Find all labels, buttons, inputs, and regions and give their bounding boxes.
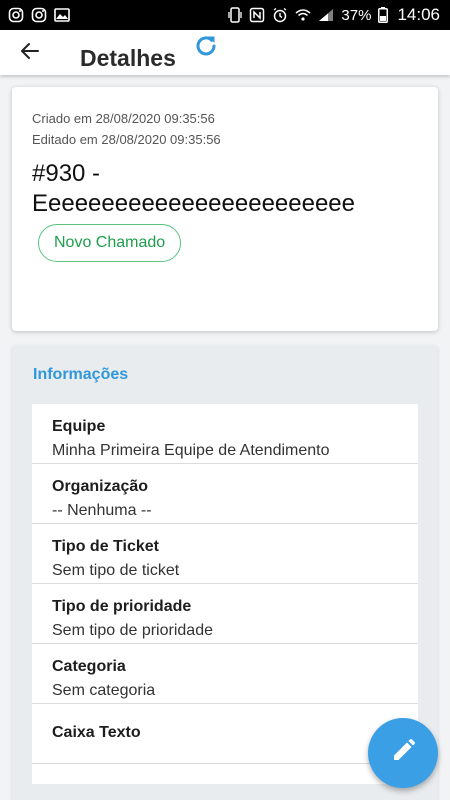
field-value: Sem tipo de ticket bbox=[52, 562, 180, 579]
field-value: Sem tipo de prioridade bbox=[52, 622, 213, 639]
info-fields-list: Equipe Minha Primeira Equipe de Atendime… bbox=[32, 404, 418, 784]
field-value: -- Nenhuma -- bbox=[52, 502, 152, 519]
battery-percent: 37% bbox=[341, 6, 372, 24]
field-category: Categoria Sem categoria bbox=[32, 644, 418, 704]
field-ticket-type: Tipo de Ticket Sem tipo de ticket bbox=[32, 524, 418, 584]
signal-icon bbox=[318, 8, 334, 22]
instagram-icon bbox=[8, 7, 24, 23]
back-button[interactable] bbox=[16, 39, 44, 67]
ticket-summary-card: Criado em 28/08/2020 09:35:56 Editado em… bbox=[12, 87, 438, 331]
field-label: Caixa Texto bbox=[52, 724, 141, 741]
status-bar: 37% 14:06 bbox=[0, 0, 450, 30]
field-label: Equipe bbox=[52, 418, 106, 435]
field-text-box: Caixa Texto bbox=[32, 704, 418, 764]
page-title: Detalhes bbox=[80, 45, 176, 71]
edit-fab-button[interactable] bbox=[368, 718, 438, 788]
alarm-icon bbox=[272, 7, 288, 23]
field-organization: Organização -- Nenhuma -- bbox=[32, 464, 418, 524]
vibrate-icon bbox=[228, 7, 243, 23]
nfc-icon bbox=[249, 7, 265, 23]
refresh-button[interactable] bbox=[190, 32, 222, 64]
field-value: Minha Primeira Equipe de Atendimento bbox=[52, 442, 330, 459]
field-team: Equipe Minha Primeira Equipe de Atendime… bbox=[32, 404, 418, 464]
field-label: Tipo de Ticket bbox=[52, 538, 159, 555]
ticket-title: #930 - Eeeeeeeeeeeeeeeeeeeeeeee bbox=[32, 160, 356, 217]
field-value: Sem categoria bbox=[52, 682, 156, 699]
app-bar: Detalhes bbox=[0, 30, 450, 75]
status-bar-notifications bbox=[8, 7, 70, 23]
wifi-icon bbox=[295, 8, 311, 22]
instagram-icon bbox=[31, 7, 47, 23]
image-icon bbox=[54, 7, 70, 23]
refresh-icon bbox=[192, 32, 220, 65]
field-label: Organização bbox=[52, 478, 149, 495]
edited-timestamp: Editado em 28/08/2020 09:35:56 bbox=[32, 132, 221, 147]
field-label: Tipo de prioridade bbox=[52, 598, 192, 615]
edit-pencil-icon bbox=[390, 738, 416, 769]
status-bar-time: 14:06 bbox=[397, 5, 440, 24]
field-priority-type: Tipo de prioridade Sem tipo de prioridad… bbox=[32, 584, 418, 644]
status-badge: Novo Chamado bbox=[38, 224, 182, 262]
battery-icon bbox=[378, 7, 389, 23]
arrow-left-icon bbox=[20, 41, 40, 66]
created-timestamp: Criado em 28/08/2020 09:35:56 bbox=[32, 111, 215, 126]
section-heading: Informações bbox=[33, 366, 129, 383]
field-label: Categoria bbox=[52, 658, 126, 675]
status-bar-system: 37% 14:06 bbox=[228, 5, 440, 25]
